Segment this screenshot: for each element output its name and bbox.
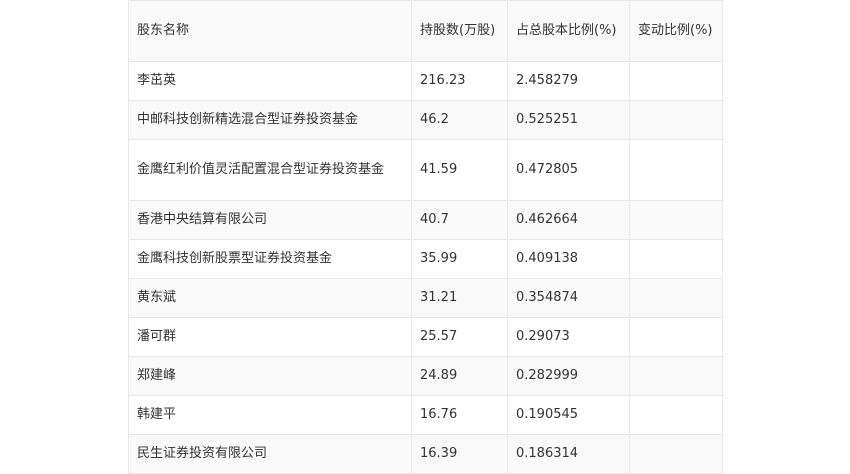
cell-change-ratio: [629, 434, 723, 474]
shareholder-table-container: 股东名称 持股数(万股) 占总股本比例(%) 变动比例(%) 李茁英 216.2…: [128, 0, 723, 474]
cell-share-ratio: 0.409138: [507, 239, 630, 279]
cell-change-ratio: [629, 139, 723, 201]
cell-shares-held: 16.39: [411, 434, 508, 474]
cell-shares-held: 31.21: [411, 278, 508, 318]
cell-change-ratio: [629, 61, 723, 101]
table-row: 郑建峰 24.89 0.282999: [128, 356, 723, 396]
table-row: 李茁英 216.23 2.458279: [128, 61, 723, 101]
cell-share-ratio: 0.282999: [507, 356, 630, 396]
table-row: 金鹰红利价值灵活配置混合型证券投资基金 41.59 0.472805: [128, 139, 723, 201]
cell-shares-held: 35.99: [411, 239, 508, 279]
cell-shareholder-name: 金鹰红利价值灵活配置混合型证券投资基金: [128, 139, 412, 201]
header-change-ratio: 变动比例(%): [629, 0, 723, 62]
table-row: 潘可群 25.57 0.29073: [128, 317, 723, 357]
cell-share-ratio: 2.458279: [507, 61, 630, 101]
cell-change-ratio: [629, 200, 723, 240]
header-shares-held: 持股数(万股): [411, 0, 508, 62]
table-header-row: 股东名称 持股数(万股) 占总股本比例(%) 变动比例(%): [128, 0, 723, 62]
cell-shareholder-name: 香港中央结算有限公司: [128, 200, 412, 240]
cell-share-ratio: 0.472805: [507, 139, 630, 201]
table-row: 黄东斌 31.21 0.354874: [128, 278, 723, 318]
cell-shareholder-name: 潘可群: [128, 317, 412, 357]
cell-shareholder-name: 民生证券投资有限公司: [128, 434, 412, 474]
table-row: 韩建平 16.76 0.190545: [128, 395, 723, 435]
cell-change-ratio: [629, 317, 723, 357]
cell-shareholder-name: 郑建峰: [128, 356, 412, 396]
cell-shares-held: 41.59: [411, 139, 508, 201]
cell-shares-held: 25.57: [411, 317, 508, 357]
cell-change-ratio: [629, 100, 723, 140]
cell-change-ratio: [629, 278, 723, 318]
cell-shares-held: 24.89: [411, 356, 508, 396]
cell-share-ratio: 0.29073: [507, 317, 630, 357]
cell-share-ratio: 0.354874: [507, 278, 630, 318]
cell-share-ratio: 0.462664: [507, 200, 630, 240]
cell-share-ratio: 0.186314: [507, 434, 630, 474]
header-shareholder-name: 股东名称: [128, 0, 412, 62]
table-row: 香港中央结算有限公司 40.7 0.462664: [128, 200, 723, 240]
cell-share-ratio: 0.190545: [507, 395, 630, 435]
cell-shareholder-name: 金鹰科技创新股票型证券投资基金: [128, 239, 412, 279]
table-row: 民生证券投资有限公司 16.39 0.186314: [128, 434, 723, 474]
cell-change-ratio: [629, 239, 723, 279]
shareholder-table: 股东名称 持股数(万股) 占总股本比例(%) 变动比例(%) 李茁英 216.2…: [128, 0, 723, 474]
cell-shareholder-name: 李茁英: [128, 61, 412, 101]
header-share-ratio: 占总股本比例(%): [507, 0, 630, 62]
cell-share-ratio: 0.525251: [507, 100, 630, 140]
table-row: 中邮科技创新精选混合型证券投资基金 46.2 0.525251: [128, 100, 723, 140]
cell-shares-held: 16.76: [411, 395, 508, 435]
cell-shareholder-name: 中邮科技创新精选混合型证券投资基金: [128, 100, 412, 140]
table-row: 金鹰科技创新股票型证券投资基金 35.99 0.409138: [128, 239, 723, 279]
cell-shares-held: 46.2: [411, 100, 508, 140]
cell-change-ratio: [629, 395, 723, 435]
cell-shareholder-name: 韩建平: [128, 395, 412, 435]
cell-shareholder-name: 黄东斌: [128, 278, 412, 318]
cell-change-ratio: [629, 356, 723, 396]
cell-shares-held: 40.7: [411, 200, 508, 240]
cell-shares-held: 216.23: [411, 61, 508, 101]
